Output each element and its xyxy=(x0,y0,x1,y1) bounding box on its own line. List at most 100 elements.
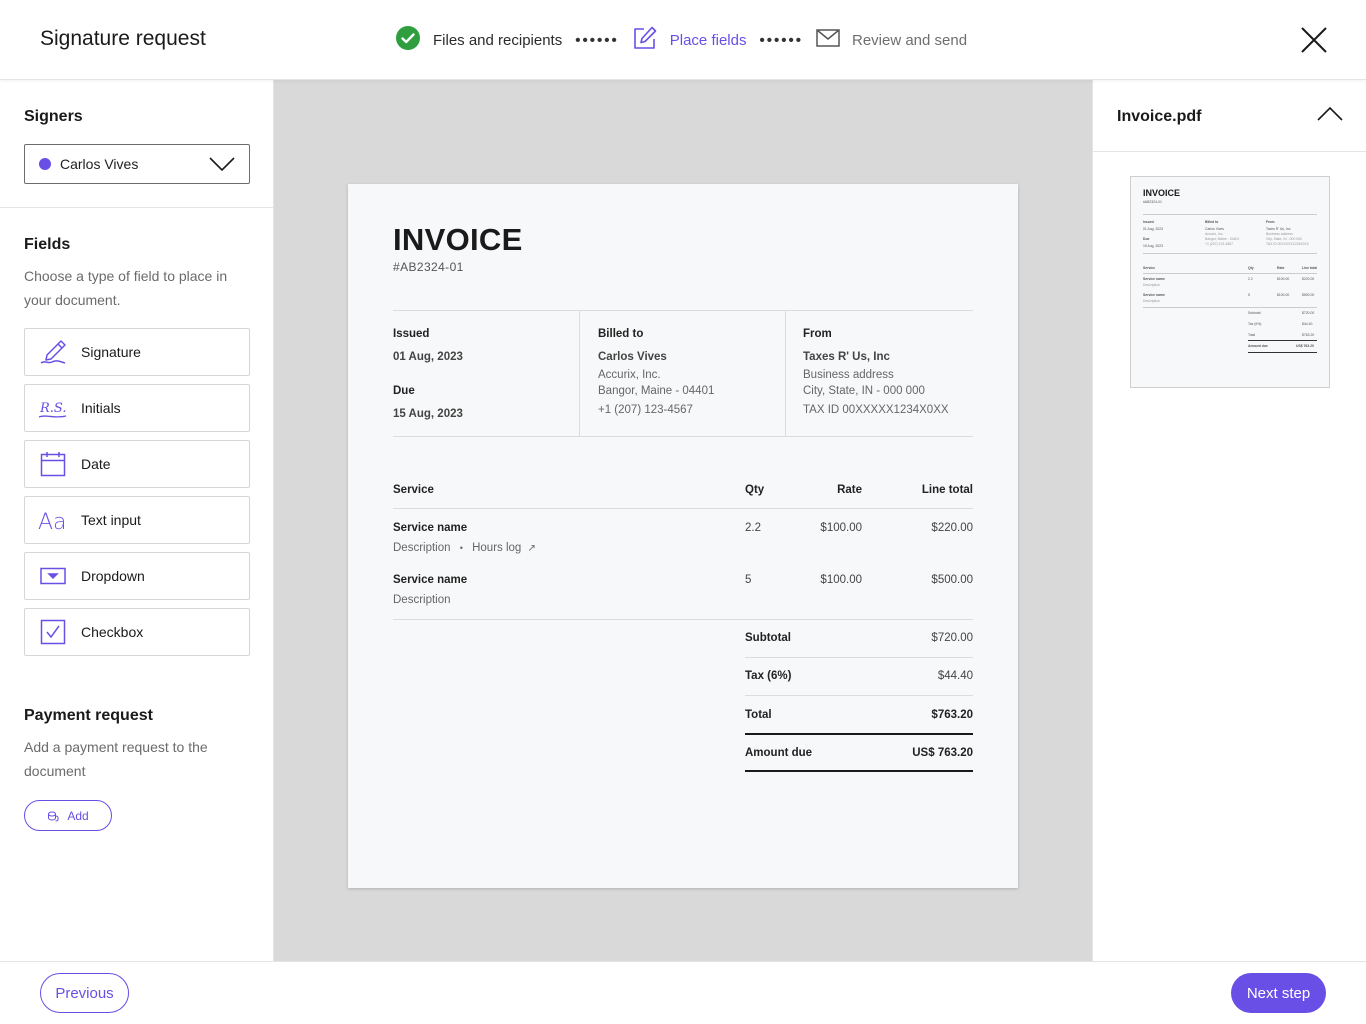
divider xyxy=(745,695,973,696)
signer-color-dot xyxy=(39,158,51,170)
external-link-icon: ↗ xyxy=(527,543,536,554)
qty-value: 5 xyxy=(745,574,752,586)
field-label: Signature xyxy=(81,344,141,360)
field-text-input[interactable]: Aa Text input xyxy=(24,496,250,544)
text-input-icon: Aa xyxy=(25,507,81,533)
calendar-icon xyxy=(25,451,81,477)
next-step-button[interactable]: Next step xyxy=(1231,973,1326,1013)
divider xyxy=(393,436,973,437)
invoice-number: #AB2324-01 xyxy=(393,260,464,274)
due-label: Due xyxy=(393,385,415,397)
step-label: Review and send xyxy=(851,31,968,49)
divider xyxy=(745,733,973,735)
bottom-bar: Previous Next step xyxy=(0,961,1366,1024)
signers-heading: Signers xyxy=(24,108,83,125)
billed-to-address: Bangor, Maine - 04401 xyxy=(598,385,715,397)
field-label: Initials xyxy=(81,400,121,416)
payment-request-description: Add a payment request to the document xyxy=(24,739,208,779)
line-total-value: $500.00 xyxy=(931,574,973,586)
add-label: Add xyxy=(67,808,89,823)
field-label: Text input xyxy=(81,512,141,528)
step-files-and-recipients[interactable]: Files and recipients xyxy=(395,25,562,55)
field-signature[interactable]: Signature xyxy=(24,328,250,376)
from-tax-id: TAX ID 00XXXXX1234X0XX xyxy=(803,404,949,416)
divider xyxy=(393,508,973,509)
divider xyxy=(0,207,274,208)
invoice-page[interactable]: INVOICE #AB2324-01 Issued 01 Aug, 2023 D… xyxy=(348,184,1018,888)
tax-value: $44.40 xyxy=(937,670,973,682)
signature-pen-icon xyxy=(25,339,81,365)
service-description: Description • Hours log ↗ xyxy=(393,542,536,554)
close-button[interactable] xyxy=(1300,26,1328,54)
total-value: $763.20 xyxy=(931,709,973,721)
coins-icon xyxy=(48,811,59,821)
field-label: Date xyxy=(81,456,111,472)
add-payment-request-button[interactable]: Add xyxy=(24,800,112,831)
billed-to-phone: +1 (207) 123-4567 xyxy=(598,404,693,416)
divider xyxy=(1093,151,1366,152)
document-canvas[interactable]: INVOICE #AB2324-01 Issued 01 Aug, 2023 D… xyxy=(274,80,1092,961)
step-label: Place fields xyxy=(669,31,747,49)
field-initials[interactable]: R.S. Initials xyxy=(24,384,250,432)
billed-to-label: Billed to xyxy=(598,328,644,340)
column-qty: Qty xyxy=(745,484,765,496)
fields-description: Choose a type of field to place in your … xyxy=(24,268,228,308)
field-type-list: Signature R.S. Initials Date Aa Text inp… xyxy=(24,328,250,664)
invoice-title: INVOICE xyxy=(393,222,523,257)
signer-dropdown[interactable]: Carlos Vives xyxy=(24,144,250,184)
chevron-up-icon xyxy=(1317,106,1343,121)
qty-value: 2.2 xyxy=(745,522,761,534)
field-checkbox[interactable]: Checkbox xyxy=(24,608,250,656)
field-label: Checkbox xyxy=(81,624,144,640)
step-review-and-send[interactable]: Review and send xyxy=(816,29,967,51)
fields-sidebar: Signers Carlos Vives Fields Choose a typ… xyxy=(0,80,274,961)
previous-button[interactable]: Previous xyxy=(40,973,129,1013)
divider xyxy=(745,770,973,772)
step-separator: •••••• xyxy=(575,31,619,49)
hours-log-link[interactable]: Hours log xyxy=(472,542,521,554)
divider xyxy=(393,310,973,311)
collapse-button[interactable] xyxy=(1317,106,1343,127)
total-label: Total xyxy=(745,709,772,721)
tax-label: Tax (6%) xyxy=(745,670,792,682)
issued-date: 01 Aug, 2023 xyxy=(393,351,463,363)
service-description: Description xyxy=(393,594,451,606)
due-date: 15 Aug, 2023 xyxy=(393,408,463,420)
step-separator: •••••• xyxy=(759,31,803,49)
column-line-total: Line total xyxy=(921,484,973,496)
page-thumbnail[interactable]: INVOICE #AB2324-01 Issued 01 Aug, 2023 D… xyxy=(1130,176,1330,388)
svg-text:Aa: Aa xyxy=(38,510,67,533)
svg-text:R.S.: R.S. xyxy=(39,401,67,416)
document-preview-panel: Invoice.pdf INVOICE #AB2324-01 Issued 01… xyxy=(1092,80,1366,961)
envelope-icon xyxy=(816,29,840,51)
divider xyxy=(579,310,580,436)
rate-value: $100.00 xyxy=(820,522,862,534)
initials-icon: R.S. xyxy=(25,395,81,421)
top-bar: Signature request Files and recipients •… xyxy=(0,0,1366,80)
progress-stepper: Files and recipients •••••• Place fields… xyxy=(395,25,967,55)
check-circle-icon xyxy=(395,25,421,55)
file-name: Invoice.pdf xyxy=(1117,108,1202,125)
field-date[interactable]: Date xyxy=(24,440,250,488)
from-address-line1: Business address xyxy=(803,369,894,381)
from-label: From xyxy=(803,328,832,340)
edit-icon xyxy=(632,25,658,55)
selected-signer: Carlos Vives xyxy=(60,156,139,172)
issued-label: Issued xyxy=(393,328,430,340)
from-name: Taxes R' Us, Inc xyxy=(803,351,890,363)
thumbnail-title: INVOICE xyxy=(1143,188,1181,198)
amount-due-value: US$ 763.20 xyxy=(912,747,973,759)
checkbox-icon xyxy=(25,619,81,645)
line-total-value: $220.00 xyxy=(931,522,973,534)
billed-to-name: Carlos Vives xyxy=(598,351,667,363)
dropdown-icon xyxy=(25,567,81,585)
service-name: Service name xyxy=(393,522,468,534)
service-name: Service name xyxy=(393,574,468,586)
subtotal-value: $720.00 xyxy=(931,632,973,644)
step-label: Files and recipients xyxy=(433,31,563,49)
subtotal-label: Subtotal xyxy=(745,632,791,644)
field-label: Dropdown xyxy=(81,568,145,584)
column-service: Service xyxy=(393,484,434,496)
field-dropdown[interactable]: Dropdown xyxy=(24,552,250,600)
step-place-fields[interactable]: Place fields xyxy=(632,25,747,55)
